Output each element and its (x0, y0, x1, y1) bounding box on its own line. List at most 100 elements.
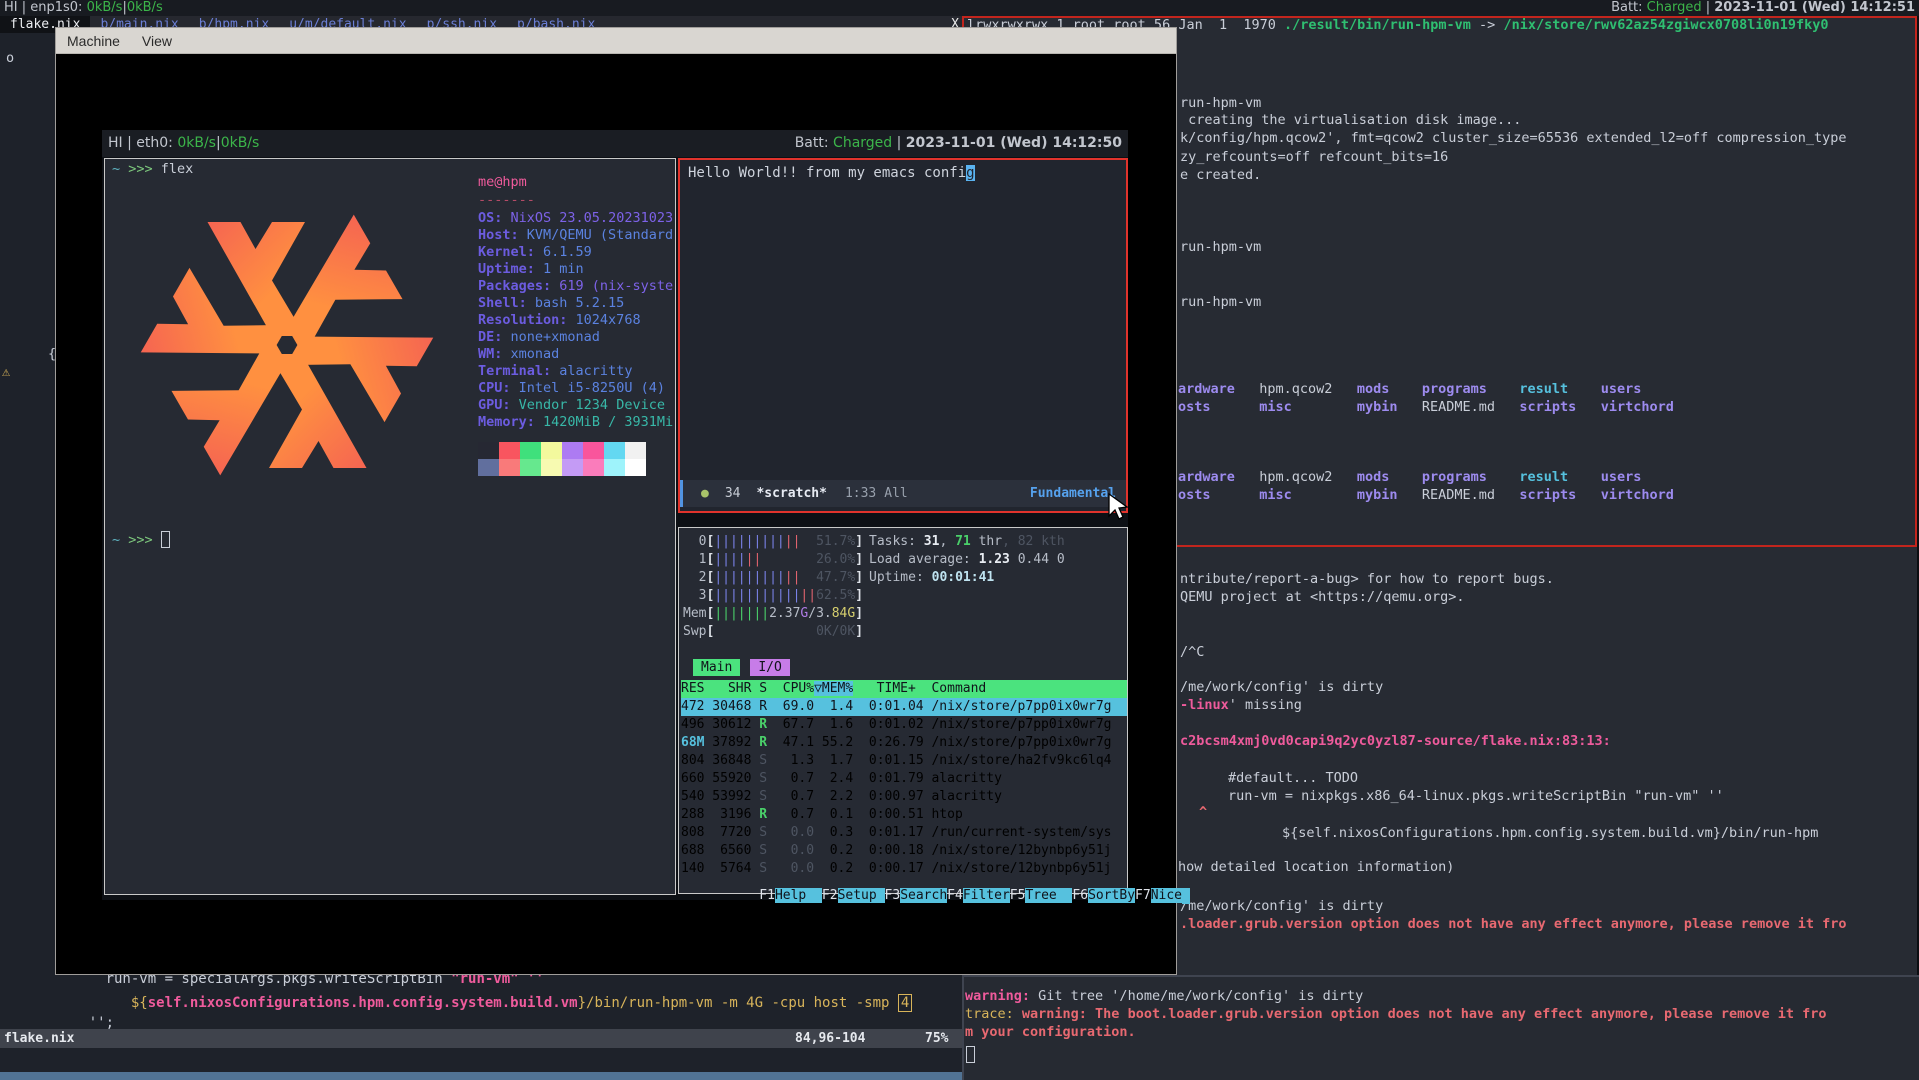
modeline-major-mode: Fundamental (1030, 480, 1116, 507)
error-caret: ^ (1199, 804, 1207, 821)
vm-terminal-window[interactable]: ~ >>> flex (104, 158, 676, 895)
process-row[interactable]: 496 30612 R 67.7 1.6 0:01.02 /nix/store/… (681, 716, 1127, 734)
palette-swatch (541, 459, 562, 476)
file-listing-row: ardware hpm.qcow2 mods programs result u… (1178, 469, 1641, 486)
fn-key-f2[interactable]: F2 (822, 888, 838, 903)
process-row-selected[interactable]: 472 30468 R 69.0 1.4 0:01.04 /nix/store/… (681, 698, 1127, 716)
modeline-number: 34 (725, 480, 741, 507)
fn-nice-button[interactable]: Nice (1151, 888, 1182, 903)
terminal-line: /^C (1180, 644, 1204, 661)
vim-statusline: flake.nix 84,96-104 75% (0, 1029, 962, 1048)
fetch-row-terminal: Terminal: alacritty (478, 363, 632, 380)
vm-status-bar: HI | eth0: 0kB/s|0kB/s Batt: Charged | 2… (102, 130, 1128, 157)
process-row[interactable]: 808 7720 S 0.0 0.3 0:01.17 /run/current-… (681, 824, 1127, 842)
nixos-logo-icon (111, 180, 463, 510)
fn-sortby-button[interactable]: SortBy (1088, 888, 1135, 903)
palette-swatch (562, 459, 583, 476)
menu-view[interactable]: View (131, 28, 183, 54)
htop-function-key-bar: F1Help F2Setup F3SearchF4FilterF5Tree F6… (681, 869, 1127, 887)
process-row[interactable]: 804 36848 S 1.3 1.7 0:01.15 /nix/store/h… (681, 752, 1127, 770)
process-row[interactable]: 660 55920 S 0.7 2.4 0:01.79 alacritty (681, 770, 1127, 788)
cpu-meter-3: 3[|||||||||||||62.5%] (683, 587, 863, 605)
file-listing-row: osts misc mybin README.md scripts virtch… (1178, 487, 1674, 504)
palette-swatch (478, 442, 499, 459)
warning-sign-icon: ⚠ (2, 364, 10, 381)
fn-filter-button[interactable]: Filter (963, 888, 1010, 903)
terminal-line: run-vm = nixpkgs.x86_64-linux.pkgs.write… (1228, 788, 1724, 805)
modeline-scroll: All (884, 480, 907, 507)
statusline-percent: 75% (925, 1029, 948, 1048)
fn-tree-button[interactable]: Tree (1025, 888, 1072, 903)
mouse-cursor-icon (1106, 492, 1128, 522)
uptime: Uptime: 00:01:41 (869, 569, 994, 587)
fetch-row-os: OS: NixOS 23.05.20231023 (478, 210, 673, 227)
emacs-window[interactable]: Hello World!! from my emacs config ● 34 … (678, 158, 1128, 513)
fn-key-f7[interactable]: F7 (1135, 888, 1151, 903)
fetch-row-shell: Shell: bash 5.2.15 (478, 295, 624, 312)
terminal-line: how detailed location information) (1178, 859, 1454, 876)
htop-tab-io[interactable]: I/O (750, 659, 789, 676)
palette-swatch (625, 459, 646, 476)
process-row[interactable]: 68M 37892 R 47.1 55.2 0:26.79 /nix/store… (681, 734, 1127, 752)
cpu-meter-2: 2[||||||||||| 47.7%] (683, 569, 863, 587)
fn-setup-button[interactable]: Setup (838, 888, 885, 903)
palette-swatch (478, 459, 499, 476)
palette-swatch (604, 442, 625, 459)
fetch-row-uptime: Uptime: 1 min (478, 261, 584, 278)
fetch-row-host: Host: KVM/QEMU (Standard (478, 227, 673, 244)
fn-key-f6[interactable]: F6 (1072, 888, 1088, 903)
modeline-position: 1:33 (845, 480, 876, 507)
network-status: HI | enp1s0: 0kB/s|0kB/s (4, 0, 163, 16)
palette-swatch (499, 459, 520, 476)
fn-search-button[interactable]: Search (900, 888, 947, 903)
fn-key-f4[interactable]: F4 (947, 888, 963, 903)
htop-tab-bar: Main I/O (693, 659, 790, 676)
fn-key-f5[interactable]: F5 (1010, 888, 1026, 903)
fn-key-f3[interactable]: F3 (885, 888, 901, 903)
statusline-filename: flake.nix (4, 1029, 74, 1048)
swap-meter: Swp[ 0K/0K] (683, 623, 863, 641)
qemu-window[interactable]: Machine View HI | eth0: 0kB/s|0kB/s Batt… (55, 27, 1177, 975)
fn-help-button[interactable]: Help (775, 888, 822, 903)
terminal-line: e created. (1180, 167, 1261, 184)
htop-window[interactable]: 0[||||||||||| 51.7%] 1[|||||| 26.0%] 2[|… (678, 527, 1128, 894)
battery-status: Charged (1647, 0, 1702, 15)
fetch-row-wm: WM: xmonad (478, 346, 559, 363)
vm-network-status: HI | eth0: 0kB/s|0kB/s (108, 130, 259, 157)
process-row[interactable]: 688 6560 S 0.0 0.2 0:00.18 /nix/store/12… (681, 842, 1127, 860)
error-location-line: c2bcsm4xmj0vd0capi9q2yc0yzl87-source/fla… (1180, 733, 1611, 750)
palette-swatch (520, 459, 541, 476)
emacs-buffer-text: Hello World!! from my emacs config (688, 164, 975, 183)
fetch-row-packages: Packages: 619 (nix-syste (478, 278, 673, 295)
cpu-meter-0: 0[||||||||||| 51.7%] (683, 533, 863, 551)
color-palette-row (478, 442, 646, 459)
file-listing-row: ardware hpm.qcow2 mods programs result u… (1178, 381, 1641, 398)
terminal-line: #default... TODO (1228, 770, 1358, 787)
warning-line: warning: Git tree '/home/me/work/config'… (965, 988, 1363, 1005)
palette-swatch (583, 442, 604, 459)
desktop: HI | enp1s0: 0kB/s|0kB/s Batt: Charged |… (0, 0, 1919, 1080)
qemu-menubar: Machine View (56, 28, 1176, 54)
terminal-line: ${self.nixosConfigurations.hpm.config.sy… (1282, 825, 1818, 842)
htop-tab-main[interactable]: Main (693, 659, 740, 676)
process-row[interactable]: 288 3196 R 0.7 0.1 0:00.51 htop (681, 806, 1127, 824)
fetch-row-gpu: GPU: Vendor 1234 Device (478, 397, 665, 414)
vm-display[interactable]: HI | eth0: 0kB/s|0kB/s Batt: Charged | 2… (102, 130, 1128, 900)
shell-prompt: ~ >>> flex (112, 161, 193, 178)
htop-table-header[interactable]: RES SHR S CPU%▽MEM% TIME+ Command (681, 680, 1127, 698)
terminal-line: QEMU project at <https://qemu.org>. (1180, 589, 1464, 606)
process-row[interactable]: 540 53992 S 0.7 2.2 0:00.97 alacritty (681, 788, 1127, 806)
modeline-buffer-name: *scratch* (756, 480, 826, 507)
terminal-line: run-hpm-vm (1180, 95, 1261, 112)
vm-battery-clock: Batt: Charged | 2023-11-01 (Wed) 14:12:5… (795, 130, 1122, 157)
palette-swatch (583, 459, 604, 476)
fetch-row-de: DE: none+xmonad (478, 329, 600, 346)
vm-battery-status: Charged (833, 135, 892, 151)
fetch-row-cpu: CPU: Intel i5-8250U (4) (478, 380, 665, 397)
fn-key-f1[interactable]: F1 (759, 888, 775, 903)
fetch-user-host: me@hpm (478, 174, 527, 191)
menu-machine[interactable]: Machine (56, 28, 131, 54)
terminal-line: creating the virtualisation disk image..… (1180, 112, 1521, 129)
terminal-line: zy_refcounts=off refcount_bits=16 (1180, 149, 1448, 166)
fetch-row-kernel: Kernel: 6.1.59 (478, 244, 592, 261)
